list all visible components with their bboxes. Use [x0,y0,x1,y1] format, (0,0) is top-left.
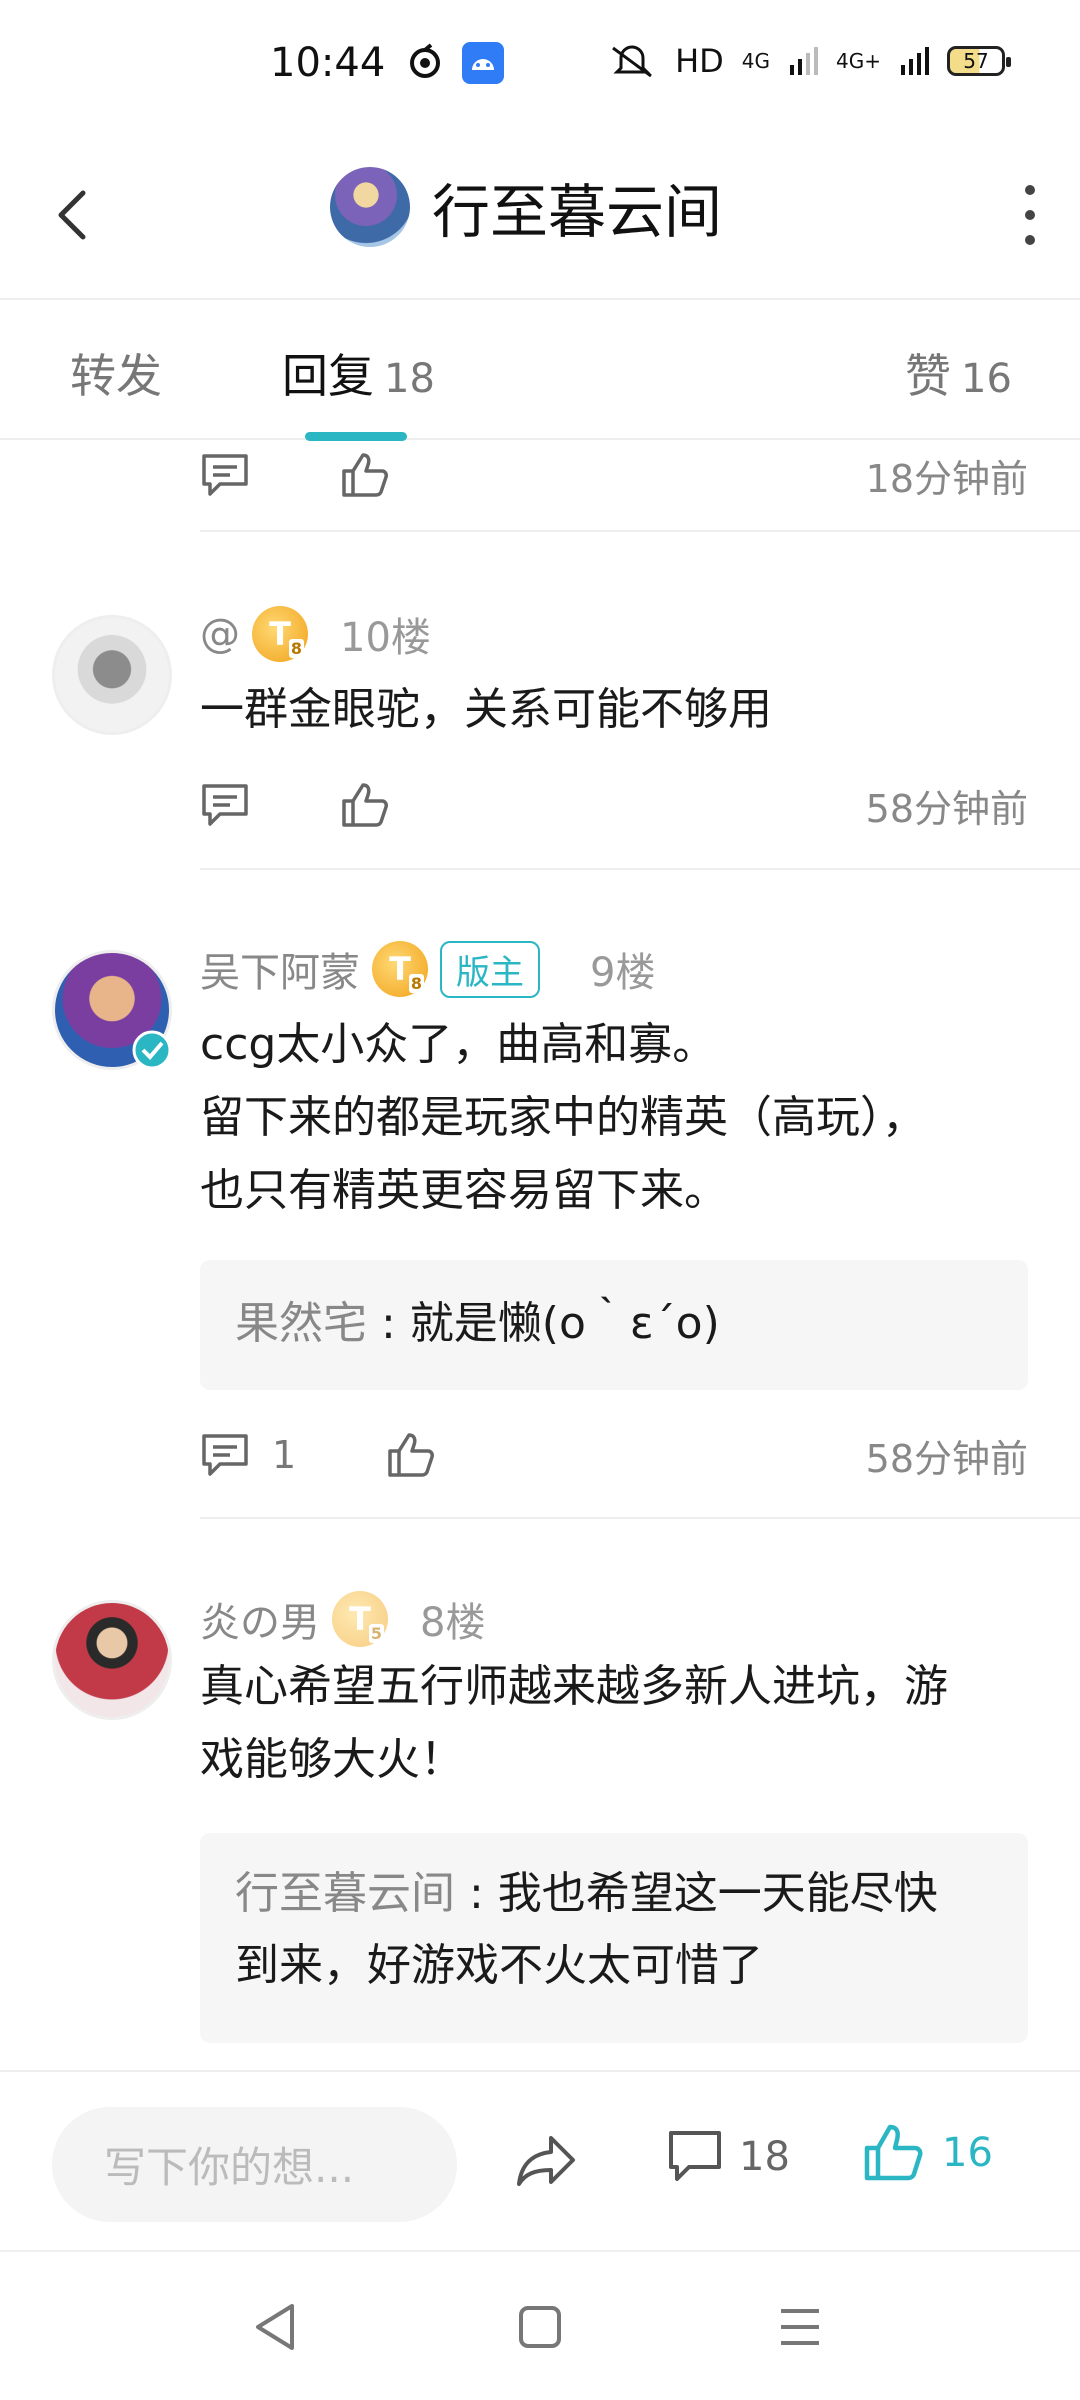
tab-replies[interactable]: 回复 18 [282,340,435,406]
comment-input[interactable]: 写下你的想... [52,2107,457,2222]
more-options-icon[interactable] [1020,185,1040,245]
reply-button[interactable] [200,452,250,498]
nav-menu-icon[interactable] [775,2300,825,2354]
share-icon[interactable] [515,2132,579,2188]
tab-repost[interactable]: 转发 [70,340,162,406]
moderator-badge: 版主 [440,940,540,998]
floor-number: 9楼 [590,950,656,996]
battery-level: 57 [963,49,989,73]
android-app-icon [462,42,504,84]
reply-count: 1 [272,1433,297,1477]
level-badge-icon: T8 [252,606,308,662]
level-badge-icon: T8 [372,941,428,997]
level-badge-icon: T5 [332,1591,388,1647]
reply-text: 我也希望这一天能尽快 [497,1868,938,1919]
tab-replies-count: 18 [384,356,435,402]
reply-text-cont: 到来，好游戏不火太可惜了 [235,1940,763,1991]
avatar[interactable] [52,1600,172,1720]
back-arrow-icon[interactable] [45,175,105,255]
signal-4gplus-label: 4G+ [836,49,881,73]
system-nav-bar [0,2250,1080,2400]
signal-icon [790,47,819,75]
comment-icon [202,784,248,826]
reply-author[interactable]: 行至暮云间 [235,1868,455,1919]
thumbs-up-icon [864,2124,923,2181]
comment-icon [669,2131,721,2181]
comment-meta: @ T8 10楼 [200,605,431,663]
reply-button[interactable]: 1 [200,1432,296,1478]
like-button[interactable] [340,451,390,499]
tab-likes[interactable]: 赞 16 [905,340,1012,406]
comment-text: 一群金眼驼，关系可能不够用 [200,684,772,735]
avatar[interactable] [52,615,172,735]
nav-back-icon[interactable] [250,2300,300,2354]
comment-time: 58分钟前 [865,786,1028,831]
floor-number: 8楼 [420,1600,486,1646]
comment-meta: 炎の男 T5 8楼 [200,1590,485,1648]
verified-icon [132,1030,172,1070]
mute-icon [612,45,652,78]
page-title: 行至暮云间 [432,178,723,246]
reply-button[interactable] [200,782,250,828]
thumbs-up-icon [342,783,388,827]
divider [200,1517,1080,1519]
comment-user[interactable]: @ [200,611,240,657]
compose-bar: 写下你的想... 18 16 [0,2070,1080,2250]
reply-preview[interactable]: 行至暮云间 : 我也希望这一天能尽快 到来，好游戏不火太可惜了 [200,1833,1028,2043]
comment-count: 18 [739,2134,790,2180]
comment-time: 18分钟前 [865,456,1028,501]
divider [200,530,1080,532]
comment-text: ccg太小众了，曲高和寡。 留下来的都是玩家中的精英（高玩）， 也只有精英更容易… [200,1019,926,1216]
nav-home-icon[interactable] [515,2300,565,2354]
comment-actions: 58分钟前 [200,770,1028,840]
comment-time: 58分钟前 [865,1436,1028,1481]
title-group[interactable]: 行至暮云间 [330,165,722,249]
tab-likes-count: 16 [961,356,1012,402]
author-avatar[interactable] [330,167,410,247]
comment-icon [202,1434,248,1476]
like-button[interactable] [340,781,390,829]
tab-bar: 转发 回复 18 赞 16 [0,300,1080,441]
hd-label: HD [675,42,724,80]
signal-icon [901,47,929,75]
tab-repost-label: 转发 [70,349,162,403]
status-time: 10:44 [270,40,386,86]
comment-icon [202,454,248,496]
thumbs-up-icon [388,1433,435,1477]
divider [200,868,1080,870]
tab-likes-label: 赞 [905,349,951,403]
status-right: HD 4G 4G+ 57 [607,42,1011,80]
reply-author[interactable]: 果然宅 [235,1298,367,1349]
floor-number: 10楼 [340,615,431,661]
signal-4g-label: 4G [741,49,771,73]
comment-user[interactable]: 炎の男 [200,1590,320,1648]
like-count: 16 [942,2130,993,2176]
like-count-button[interactable]: 16 [862,2122,993,2184]
comment-text: 真心希望五行师越来越多新人进坑，游 戏能够大火！ [200,1661,948,1785]
comment-list[interactable]: 18分钟前 @ T8 10楼 一群金眼驼，关系可能不够用 58分钟前 吴下阿蒙 [0,440,1080,2070]
comment-user[interactable]: 吴下阿蒙 [200,940,360,998]
battery-icon: 57 [947,46,1011,76]
reply-preview[interactable]: 果然宅 : 就是懒(o｀ε´o) [200,1260,1028,1390]
like-button[interactable] [386,1431,436,1479]
status-bar: 10:44 HD 4G 4G+ 57 [0,0,1080,130]
comment-actions: 18分钟前 [200,440,1028,510]
comment-meta: 吴下阿蒙 T8 版主 9楼 [200,940,655,998]
comment-count-button[interactable]: 18 [665,2127,790,2187]
app-notification-icon [410,43,440,78]
tab-replies-label: 回复 [282,349,374,403]
thumbs-up-icon [342,453,388,497]
reply-text: 就是懒(o｀ε´o) [409,1298,720,1349]
top-app-bar: 行至暮云间 [0,130,1080,300]
comment-actions: 1 58分钟前 [200,1420,1028,1490]
